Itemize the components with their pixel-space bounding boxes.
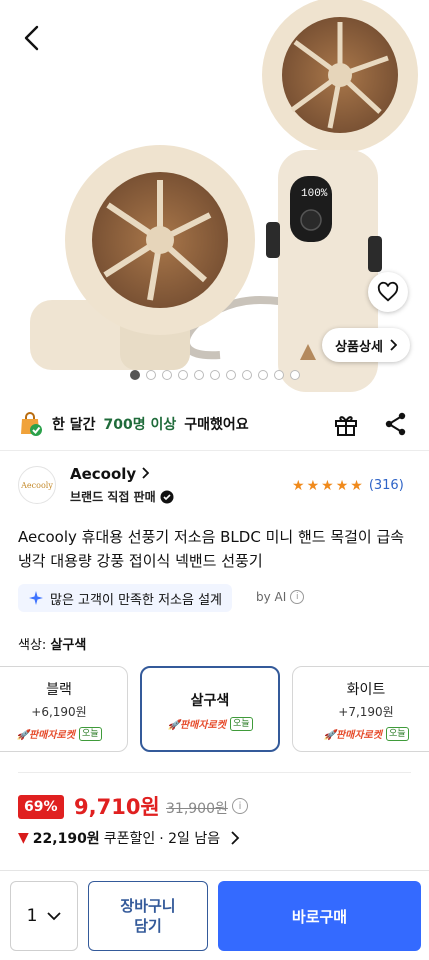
down-arrow-icon: ▼ bbox=[18, 830, 29, 846]
ai-attribution[interactable]: by AI i bbox=[256, 590, 305, 604]
cart-label-line1: 장바구니 bbox=[120, 897, 176, 915]
star-icon: ★ bbox=[321, 477, 334, 494]
wishlist-button[interactable] bbox=[368, 272, 408, 312]
color-label-prefix: 색상: bbox=[18, 638, 47, 653]
color-option-black[interactable]: 블랙 +6,190원 🚀판매자로켓 오늘 bbox=[0, 666, 128, 752]
color-option-apricot[interactable]: 살구색 🚀판매자로켓 오늘 bbox=[140, 666, 280, 752]
today-badge: 오늘 bbox=[78, 726, 102, 741]
svg-text:100%: 100% bbox=[301, 188, 328, 200]
carousel-dot[interactable] bbox=[193, 370, 204, 380]
discount-badge: 69% bbox=[18, 795, 64, 819]
color-option-name: 살구색 bbox=[190, 693, 230, 709]
coupon-label: 쿠폰할인 bbox=[103, 831, 156, 847]
brand-name-link[interactable]: Aecooly bbox=[70, 465, 150, 483]
product-detail-label: 상품상세 bbox=[335, 339, 383, 355]
chevron-down-icon bbox=[47, 912, 62, 921]
review-count: (316) bbox=[368, 478, 404, 493]
carousel-dot[interactable] bbox=[161, 370, 172, 380]
star-icon: ★ bbox=[335, 477, 349, 494]
share-button[interactable] bbox=[382, 410, 410, 438]
product-image-carousel[interactable]: 100% 상품상세 bbox=[0, 0, 429, 392]
coupon-remaining: · 2일 남음 bbox=[159, 831, 221, 847]
gift-button[interactable] bbox=[332, 410, 360, 438]
gift-icon bbox=[335, 416, 357, 436]
buy-now-button[interactable]: 바로구매 bbox=[218, 881, 421, 951]
color-selected-value: 살구색 bbox=[50, 638, 87, 653]
carousel-dot[interactable] bbox=[289, 370, 300, 380]
add-to-cart-button[interactable]: 장바구니 담기 bbox=[88, 881, 208, 951]
banner-highlight: 700명 이상 bbox=[103, 417, 177, 433]
shopping-bag-check-icon bbox=[21, 412, 42, 436]
brand-logo-text: Aecooly bbox=[21, 480, 53, 490]
brand-name: Aecooly bbox=[70, 465, 137, 483]
rocket-badge: 🚀판매자로켓 bbox=[167, 720, 226, 731]
star-icon: ★ bbox=[350, 477, 363, 494]
sparkle-icon bbox=[29, 591, 43, 605]
chevron-left-icon bbox=[24, 25, 39, 51]
today-badge: 오늘 bbox=[229, 716, 253, 731]
color-option-tags: 🚀판매자로켓 오늘 bbox=[293, 726, 429, 741]
verified-check-icon bbox=[160, 490, 174, 503]
sale-price: 9,710원 bbox=[74, 795, 160, 819]
coupon-discount-row[interactable]: ▼ 22,190원 쿠폰할인 · 2일 남음 bbox=[18, 828, 240, 848]
quantity-select[interactable]: 1 bbox=[10, 881, 78, 951]
ai-by-label: by AI bbox=[256, 590, 287, 604]
share-icon bbox=[385, 412, 406, 436]
divider bbox=[18, 772, 411, 773]
star-icon: ★ bbox=[292, 477, 305, 494]
back-button[interactable] bbox=[14, 20, 50, 56]
original-price: 31,900원 bbox=[166, 801, 228, 817]
buy-now-label: 바로구매 bbox=[291, 907, 348, 926]
rating-summary[interactable]: ★ ★ ★ ★ ★ (316) bbox=[292, 478, 404, 493]
quantity-value: 1 bbox=[26, 906, 38, 926]
brand-subtitle: 브랜드 직접 판매 bbox=[70, 490, 156, 504]
color-option-tags: 🚀판매자로켓 오늘 bbox=[142, 716, 278, 731]
star-icon: ★ bbox=[306, 477, 320, 494]
brand-logo[interactable]: Aecooly bbox=[18, 466, 56, 504]
ai-summary-chip[interactable]: 많은 고객이 만족한 저소음 설계 bbox=[18, 584, 233, 612]
brand-direct-sale: 브랜드 직접 판매 bbox=[70, 488, 174, 505]
coupon-amount: 22,190원 bbox=[32, 831, 100, 847]
carousel-dot[interactable] bbox=[177, 370, 188, 380]
purchase-action-bar: 1 장바구니 담기 바로구매 bbox=[0, 870, 429, 960]
rocket-badge: 🚀판매자로켓 bbox=[323, 730, 382, 741]
carousel-dot[interactable] bbox=[241, 370, 252, 380]
carousel-dot[interactable] bbox=[257, 370, 268, 380]
banner-prefix: 한 달간 bbox=[52, 417, 96, 433]
color-option-name: 화이트 bbox=[346, 682, 386, 698]
cart-label-line2: 담기 bbox=[134, 917, 162, 935]
color-label: 색상: 살구색 bbox=[18, 634, 86, 653]
divider bbox=[0, 450, 429, 451]
chevron-right-icon bbox=[390, 339, 397, 351]
color-option-white[interactable]: 화이트 +7,190원 🚀판매자로켓 오늘 bbox=[292, 666, 429, 752]
banner-suffix: 구매했어요 bbox=[184, 417, 249, 433]
carousel-dot[interactable] bbox=[129, 370, 140, 380]
ai-summary-text: 많은 고객이 만족한 저소음 설계 bbox=[50, 592, 223, 608]
heart-icon bbox=[377, 281, 399, 302]
carousel-dot[interactable] bbox=[145, 370, 156, 380]
info-icon[interactable]: i bbox=[232, 798, 248, 814]
color-option-price: +6,190원 bbox=[31, 705, 87, 719]
chevron-right-icon bbox=[231, 831, 240, 845]
carousel-dot[interactable] bbox=[209, 370, 220, 380]
carousel-dot[interactable] bbox=[225, 370, 236, 380]
today-badge: 오늘 bbox=[385, 726, 409, 741]
chevron-right-icon bbox=[142, 467, 150, 479]
product-detail-button[interactable]: 상품상세 bbox=[322, 328, 410, 362]
carousel-dot[interactable] bbox=[273, 370, 284, 380]
color-option-name: 블랙 bbox=[46, 682, 72, 698]
rocket-badge: 🚀판매자로켓 bbox=[16, 730, 75, 741]
color-option-price: +7,190원 bbox=[338, 705, 394, 719]
info-icon: i bbox=[290, 590, 305, 604]
color-option-tags: 🚀판매자로켓 오늘 bbox=[0, 726, 127, 741]
carousel-dots bbox=[0, 370, 429, 380]
product-title: Aecooly 휴대용 선풍기 저소음 BLDC 미니 핸드 목걸이 급속 냉각… bbox=[18, 528, 405, 570]
purchase-count-banner: 한 달간 700명 이상 구매했어요 bbox=[18, 410, 249, 438]
